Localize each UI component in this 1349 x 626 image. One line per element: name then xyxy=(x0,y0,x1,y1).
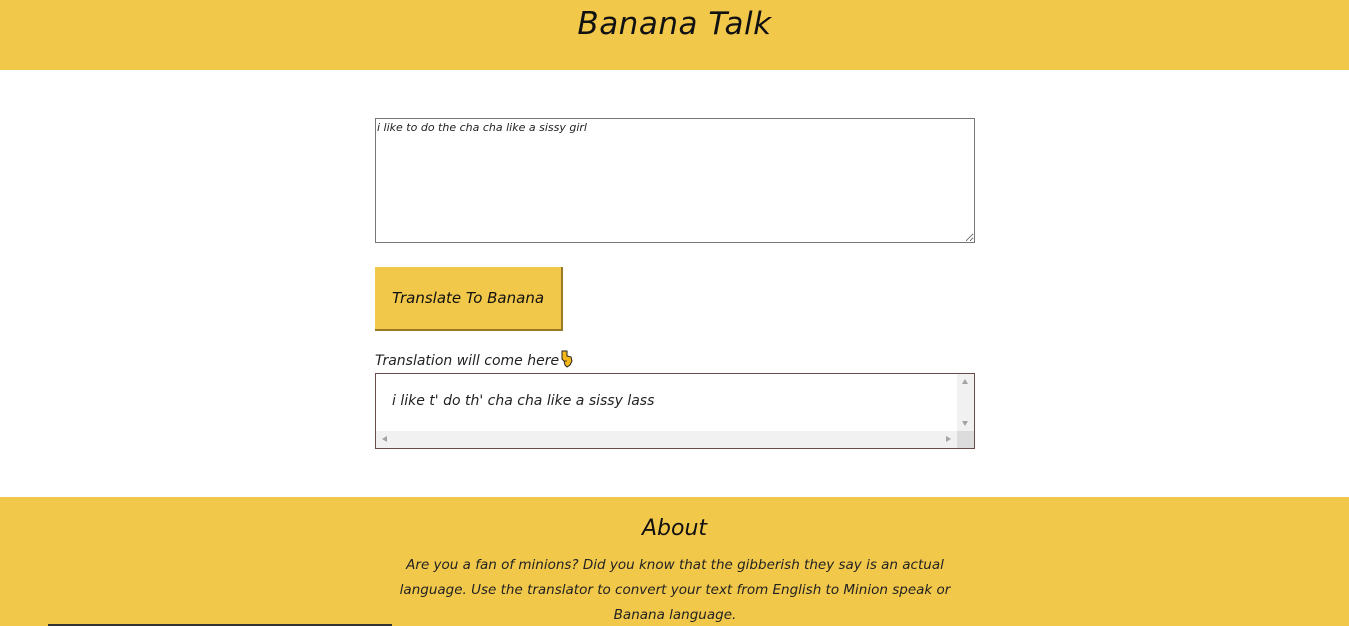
text-input[interactable] xyxy=(375,118,975,243)
vertical-scrollbar[interactable] xyxy=(957,374,974,431)
scrollbar-corner xyxy=(957,431,974,448)
translate-button[interactable]: Translate To Banana xyxy=(375,267,563,331)
output-label: Translation will come here xyxy=(375,353,560,369)
page-title: Banana Talk xyxy=(577,6,772,42)
output-label-row: Translation will come here xyxy=(375,350,574,372)
pointing-down-hand-icon xyxy=(560,350,574,372)
scroll-right-arrow-icon[interactable] xyxy=(946,436,951,442)
about-section: About Are you a fan of minions? Did you … xyxy=(0,497,1349,626)
output-box[interactable]: i like t' do th' cha cha like a sissy la… xyxy=(375,373,975,449)
scroll-left-arrow-icon[interactable] xyxy=(382,436,387,442)
output-text: i like t' do th' cha cha like a sissy la… xyxy=(392,393,655,409)
scroll-down-arrow-icon[interactable] xyxy=(962,421,968,426)
about-text: Are you a fan of minions? Did you know t… xyxy=(399,557,951,623)
horizontal-scrollbar[interactable] xyxy=(376,431,957,448)
scroll-up-arrow-icon[interactable] xyxy=(962,379,968,384)
header-bar: Banana Talk xyxy=(0,0,1349,70)
about-heading: About xyxy=(641,516,708,541)
